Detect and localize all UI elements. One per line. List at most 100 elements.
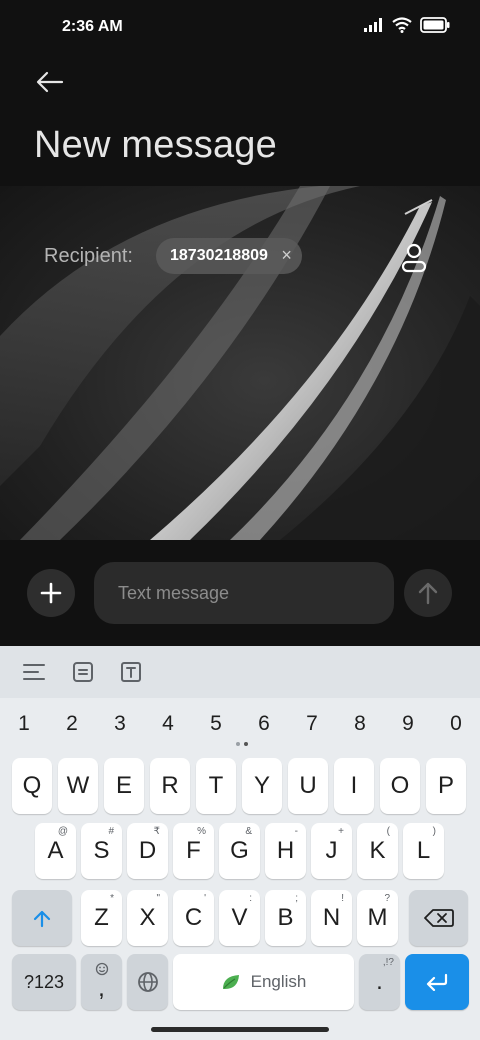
key-g[interactable]: & G [219, 823, 260, 879]
language-key[interactable] [127, 954, 168, 1010]
number-key[interactable]: 4 [148, 706, 188, 742]
text-format-icon[interactable] [118, 659, 144, 685]
back-arrow-icon [36, 71, 64, 93]
globe-icon [137, 972, 158, 992]
space-label: English [250, 972, 307, 991]
symbols-key[interactable]: ?123 [12, 954, 76, 1010]
recipient-area: Recipient: 18730218809 × [0, 186, 480, 540]
key-v[interactable]: :V [219, 890, 260, 946]
status-time: 2:36 AM [62, 18, 123, 35]
number-key[interactable]: 9 [388, 706, 428, 742]
home-indicator[interactable] [151, 1027, 329, 1032]
number-key[interactable]: 8 [340, 706, 380, 742]
number-key[interactable]: 0 [436, 706, 476, 742]
person-icon [401, 243, 427, 273]
keyboard-toolbar [0, 646, 480, 698]
key-b[interactable]: ; B [265, 890, 306, 946]
key-hint: ( [386, 826, 390, 837]
key-c[interactable]: ' C [173, 890, 214, 946]
recipient-number: 18730218809 [170, 247, 268, 264]
key-d[interactable]: ₹ D [127, 823, 168, 879]
key-label: Z [94, 904, 109, 931]
key-hint: # [108, 826, 114, 837]
key-label: A [47, 837, 64, 864]
header: New message [0, 56, 480, 186]
key-hint: : [249, 893, 252, 904]
key-a[interactable]: @ A [35, 823, 76, 879]
key-hint: * [110, 893, 114, 904]
key-f[interactable]: % F [173, 823, 214, 879]
remove-recipient-icon[interactable]: × [281, 245, 292, 266]
key-label: Q [22, 772, 42, 799]
key-h[interactable]: -H [265, 823, 306, 879]
number-key[interactable]: 2 [52, 706, 92, 742]
key-e[interactable]: E [104, 758, 144, 814]
key-label: Y [253, 772, 270, 799]
key-label: B [277, 904, 294, 931]
emoji-comma-key[interactable]: , [81, 954, 122, 1010]
message-input[interactable] [94, 562, 394, 624]
shift-key[interactable] [12, 890, 72, 946]
key-hint: ₹ [153, 826, 160, 837]
contact-picker-button[interactable] [396, 240, 432, 276]
key-label: G [230, 837, 249, 864]
key-k[interactable]: (K [357, 823, 398, 879]
page-title: New message [34, 124, 277, 166]
menu-icon[interactable] [21, 659, 47, 685]
key-i[interactable]: I [334, 758, 374, 814]
period-hint: ,!? [382, 957, 394, 968]
number-key[interactable]: 6 [244, 706, 284, 742]
recipient-label: Recipient: [44, 245, 133, 267]
key-q[interactable]: Q [12, 758, 52, 814]
number-key[interactable]: 7 [292, 706, 332, 742]
key-l[interactable]: ) L [403, 823, 444, 879]
number-key[interactable]: 5 [196, 706, 236, 742]
recipient-chip[interactable]: 18730218809 × [156, 238, 302, 274]
key-hint: ' [204, 893, 206, 904]
key-label: H [276, 837, 295, 864]
compose-bar [0, 540, 480, 646]
key-label: D [138, 837, 157, 864]
key-hint: - [294, 826, 298, 837]
key-p[interactable]: P [426, 758, 466, 814]
space-key[interactable]: English [173, 954, 354, 1010]
send-button[interactable] [404, 569, 452, 617]
key-hint: % [197, 826, 206, 837]
key-y[interactable]: Y [242, 758, 282, 814]
arrow-up-icon [418, 582, 438, 605]
number-key[interactable]: 3 [100, 706, 140, 742]
back-button[interactable] [30, 64, 70, 100]
key-label: C [184, 904, 203, 931]
key-label: R [161, 772, 179, 799]
key-u[interactable]: U [288, 758, 328, 814]
key-z[interactable]: * Z [81, 890, 122, 946]
key-m[interactable]: ? M [357, 890, 398, 946]
key-r[interactable]: R [150, 758, 190, 814]
attach-button[interactable] [27, 569, 75, 617]
key-label: W [66, 772, 90, 799]
key-hint: & [245, 826, 252, 837]
period-key[interactable]: ,!? . [359, 954, 400, 1010]
status-icons [364, 17, 450, 33]
key-w[interactable]: W [58, 758, 98, 814]
key-t[interactable]: T [196, 758, 236, 814]
key-label: P [437, 772, 454, 799]
wifi-icon [392, 17, 412, 33]
key-x[interactable]: " X [127, 890, 168, 946]
key-hint: + [338, 826, 344, 837]
key-label: I [350, 772, 358, 799]
key-label: X [139, 904, 156, 931]
enter-key[interactable] [405, 954, 469, 1010]
key-n[interactable]: ! N [311, 890, 352, 946]
comma-label: , [98, 975, 105, 1002]
key-o[interactable]: O [380, 758, 420, 814]
page-dot [236, 742, 240, 746]
key-label: K [369, 837, 386, 864]
key-j[interactable]: + J [311, 823, 352, 879]
backspace-key[interactable] [409, 890, 468, 946]
number-row: 1234567890 [0, 706, 480, 742]
enter-icon [426, 973, 448, 991]
number-key[interactable]: 1 [4, 706, 44, 742]
clipboard-icon[interactable] [70, 659, 96, 685]
key-s[interactable]: # S [81, 823, 122, 879]
